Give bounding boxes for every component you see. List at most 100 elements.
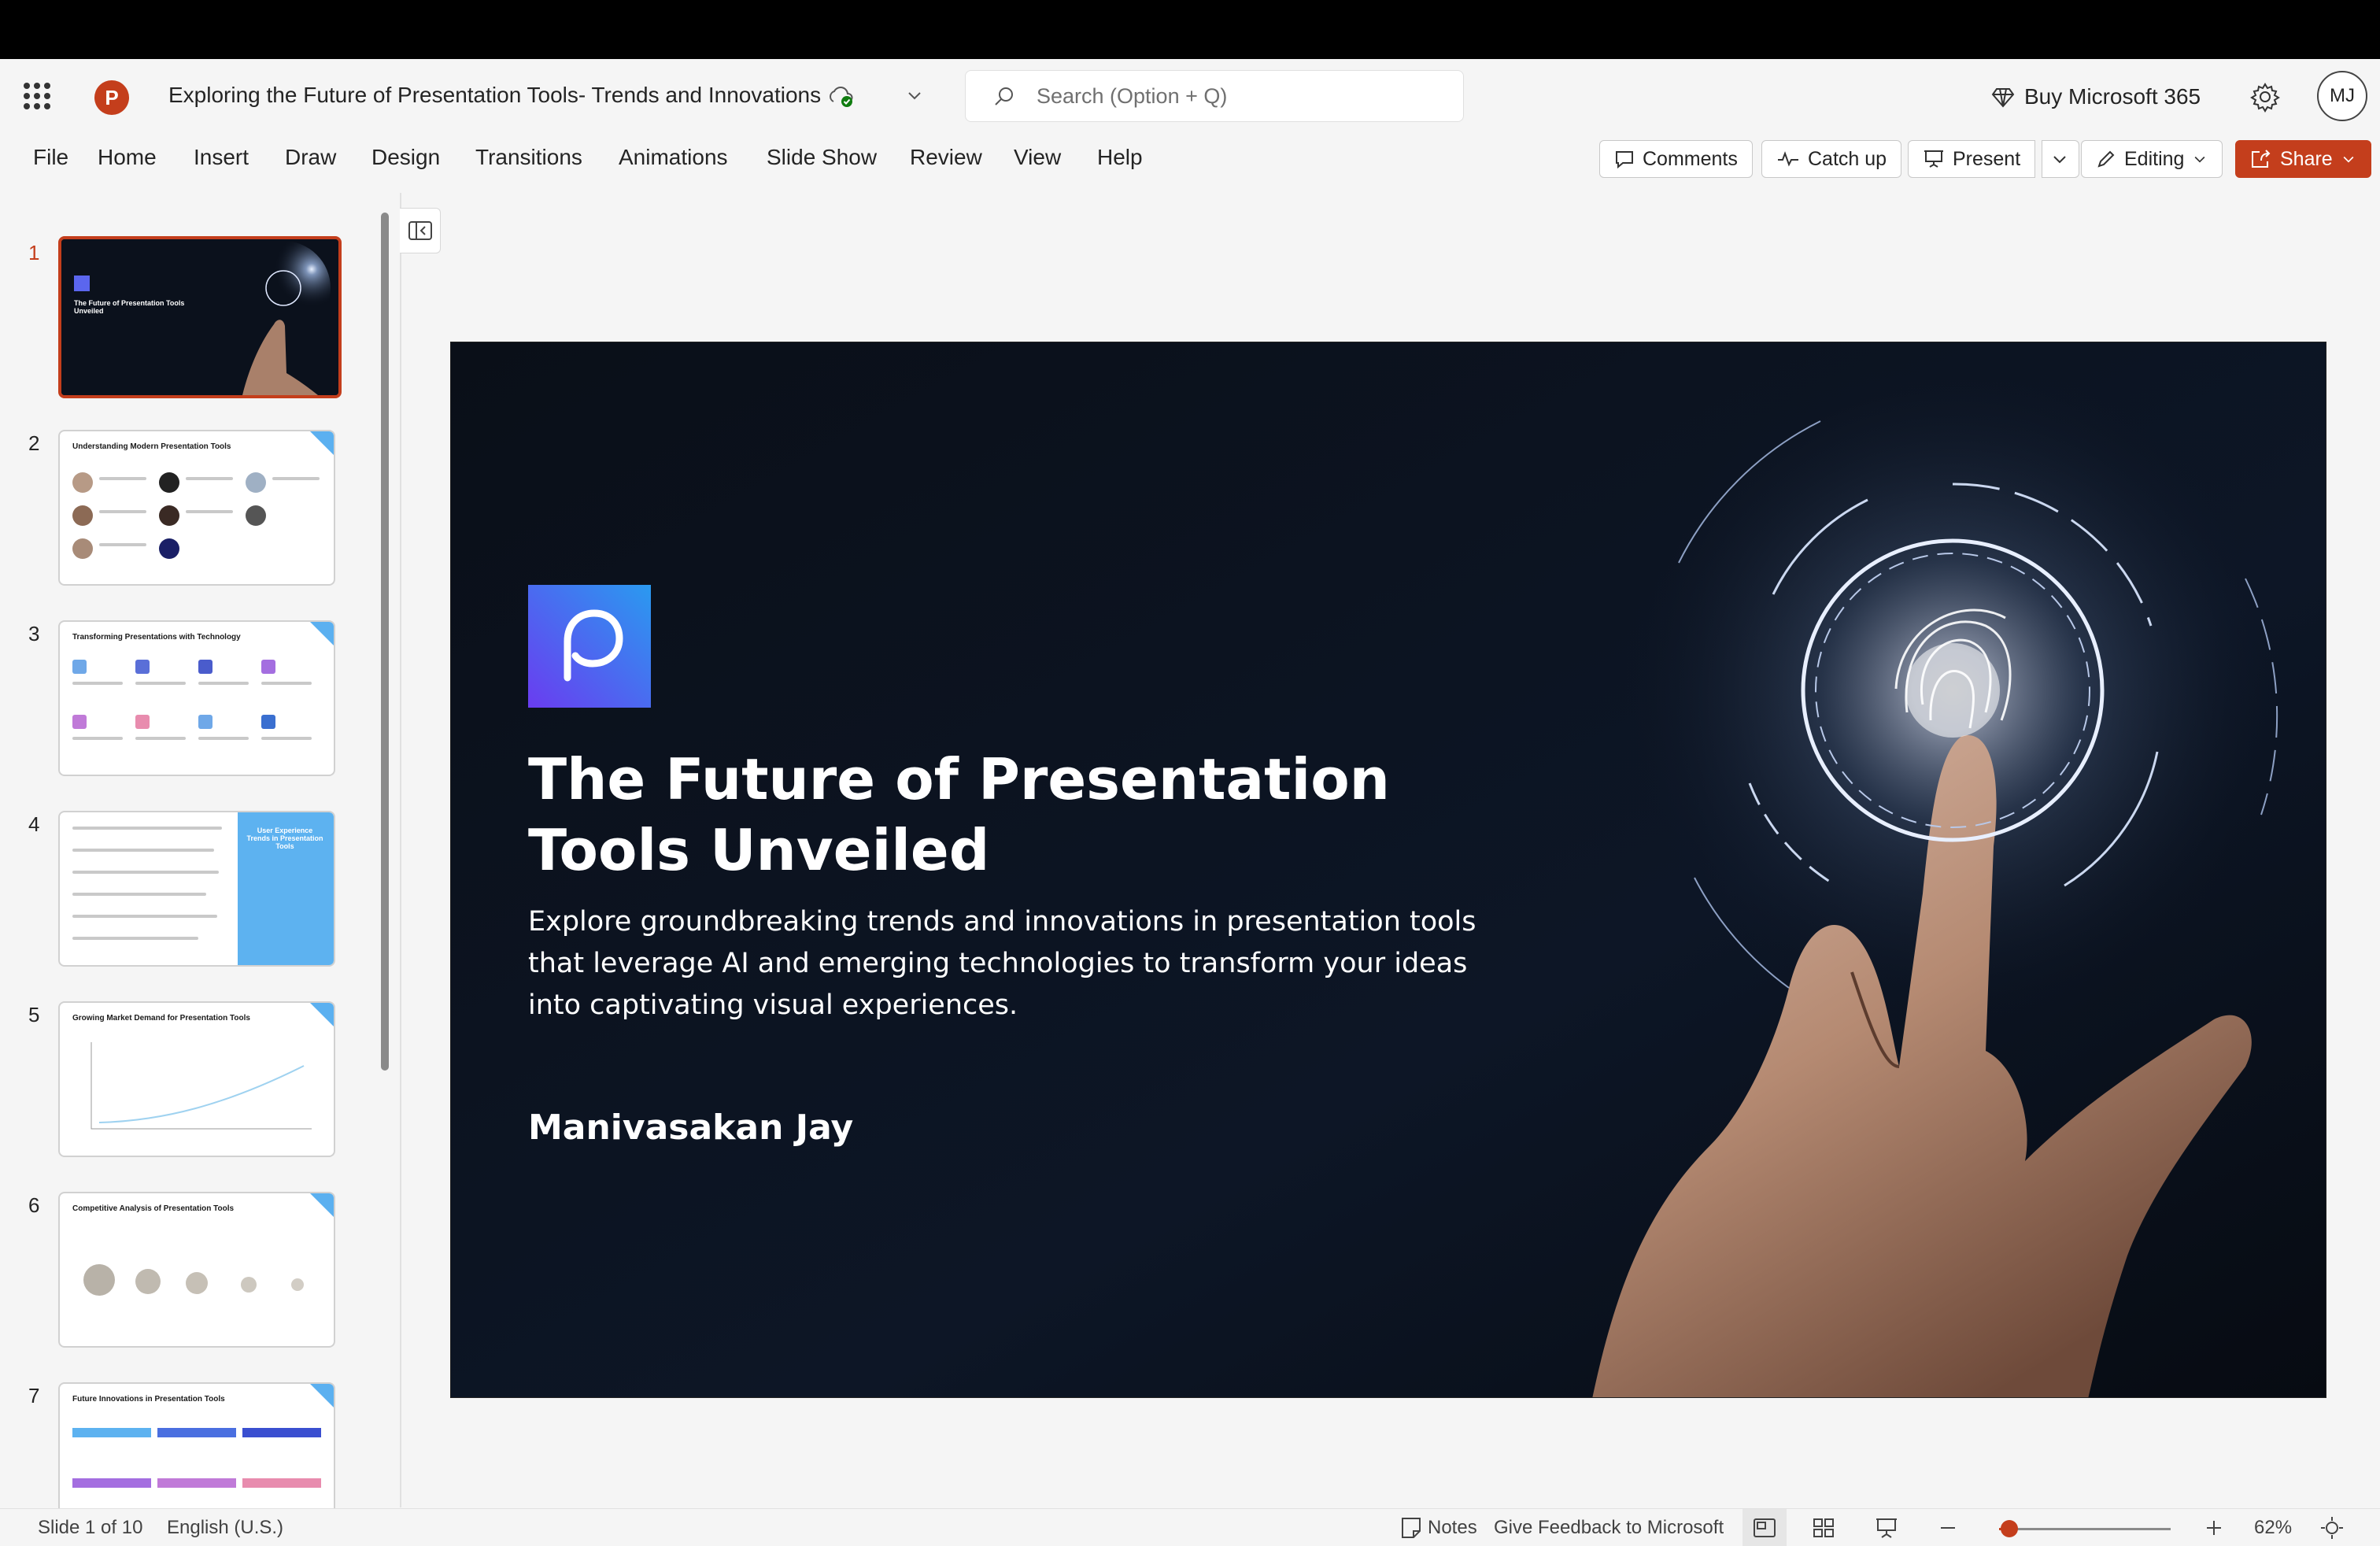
notes-icon[interactable] xyxy=(1398,1515,1425,1540)
thumbnail-text-line xyxy=(99,543,146,546)
thumbnail-number: 4 xyxy=(28,812,40,836)
comments-label: Comments xyxy=(1643,147,1738,170)
slide-thumbnail-pane: 1 The Future of Presentation Tools Unvei… xyxy=(0,189,400,1508)
tab-home[interactable]: Home xyxy=(98,145,157,170)
comment-icon xyxy=(1616,151,1633,169)
thumbnail-number: 7 xyxy=(28,1384,40,1407)
language-indicator[interactable]: English (U.S.) xyxy=(167,1517,283,1539)
title-bar: P Exploring the Future of Presentation T… xyxy=(0,59,2380,134)
tab-view[interactable]: View xyxy=(1014,145,1061,170)
thumbnail-scrollbar[interactable] xyxy=(381,213,389,1071)
slide-thumbnail-4[interactable]: User Experience Trends in Presentation T… xyxy=(58,811,335,967)
thumbnail-block xyxy=(242,1478,321,1488)
thumbnail-chart xyxy=(91,1042,312,1130)
search-input[interactable]: Search (Option + Q) xyxy=(965,70,1464,122)
fit-to-window-icon[interactable] xyxy=(2319,1515,2345,1540)
thumbnail-number: 2 xyxy=(28,431,40,455)
powerpoint-logo-icon[interactable]: P xyxy=(94,80,134,115)
thumbnail-title: Competitive Analysis of Presentation Too… xyxy=(72,1204,235,1213)
thumbnail-icon xyxy=(72,660,87,674)
thumbnail-text-line xyxy=(261,737,312,740)
cloud-saved-icon[interactable] xyxy=(826,84,856,108)
thumbnail-title: Growing Market Demand for Presentation T… xyxy=(72,1014,250,1023)
editing-label: Editing xyxy=(2124,147,2185,170)
present-options-button[interactable] xyxy=(2042,140,2079,178)
present-button[interactable]: Present xyxy=(1908,140,2036,178)
zoom-in-icon[interactable] xyxy=(2201,1515,2227,1540)
tab-draw[interactable]: Draw xyxy=(285,145,336,170)
thumbnail-icon xyxy=(135,715,150,729)
tab-transitions[interactable]: Transitions xyxy=(475,145,582,170)
thumbnail-text-line xyxy=(198,737,249,740)
thumbnail-image xyxy=(72,472,93,493)
pencil-icon xyxy=(2097,150,2115,168)
zoom-slider-track[interactable] xyxy=(1999,1528,2171,1530)
ribbon-tabs: File Home Insert Draw Design Transitions… xyxy=(0,134,2380,189)
thumbnail-title: Transforming Presentations with Technolo… xyxy=(72,633,241,642)
notes-button[interactable]: Notes xyxy=(1428,1517,1477,1539)
share-button[interactable]: Share xyxy=(2235,140,2371,178)
gear-icon[interactable] xyxy=(2249,81,2281,113)
pane-divider xyxy=(400,193,401,1507)
tab-file[interactable]: File xyxy=(33,145,68,170)
thumbnail-accent xyxy=(310,622,334,645)
slide-author[interactable]: Manivasakan Jay xyxy=(528,1108,853,1148)
thumbnail-title: Understanding Modern Presentation Tools xyxy=(72,442,231,451)
thumbnail-icon xyxy=(261,715,275,729)
thumbnail-accent xyxy=(310,1003,334,1026)
avatar[interactable]: MJ xyxy=(2317,71,2367,121)
thumbnail-icon xyxy=(261,660,275,674)
tab-help[interactable]: Help xyxy=(1097,145,1143,170)
tab-animations[interactable]: Animations xyxy=(619,145,728,170)
tab-slide-show[interactable]: Slide Show xyxy=(767,145,877,170)
tab-review[interactable]: Review xyxy=(910,145,982,170)
thumbnail-bubble xyxy=(135,1269,161,1294)
slide-thumbnail-5[interactable]: Growing Market Demand for Presentation T… xyxy=(58,1001,335,1157)
zoom-out-icon[interactable] xyxy=(1935,1515,1961,1540)
thumbnail-text-line xyxy=(99,477,146,480)
thumbnail-title: User Experience Trends in Presentation T… xyxy=(246,827,323,850)
thumbnail-text-line xyxy=(135,682,186,685)
thumbnail-title: The Future of Presentation Tools Unveile… xyxy=(74,299,185,315)
share-icon xyxy=(2252,150,2271,168)
reading-view-icon[interactable] xyxy=(1873,1515,1900,1540)
slide-title[interactable]: The Future of Presentation Tools Unveile… xyxy=(528,744,1551,886)
editing-mode-button[interactable]: Editing xyxy=(2081,140,2223,178)
chevron-down-icon[interactable] xyxy=(905,86,924,105)
catch-up-button[interactable]: Catch up xyxy=(1761,140,1902,178)
thumbnail-block xyxy=(72,1428,151,1437)
zoom-level[interactable]: 62% xyxy=(2254,1517,2292,1539)
thumbnail-number: 5 xyxy=(28,1003,40,1026)
thumbnail-image xyxy=(72,538,93,559)
slide-thumbnail-3[interactable]: Transforming Presentations with Technolo… xyxy=(58,620,335,776)
normal-view-button[interactable] xyxy=(1743,1509,1787,1546)
slide-thumbnail-6[interactable]: Competitive Analysis of Presentation Too… xyxy=(58,1192,335,1348)
tab-design[interactable]: Design xyxy=(371,145,440,170)
collapse-pane-button[interactable] xyxy=(400,208,441,253)
tab-insert[interactable]: Insert xyxy=(194,145,249,170)
slide-subtitle[interactable]: Explore groundbreaking trends and innova… xyxy=(528,901,1520,1026)
slide-thumbnail-1[interactable]: The Future of Presentation Tools Unveile… xyxy=(58,236,342,398)
slide-sorter-icon[interactable] xyxy=(1810,1515,1837,1540)
chevron-down-icon xyxy=(2053,156,2066,164)
app-launcher-icon[interactable] xyxy=(24,83,50,109)
document-title[interactable]: Exploring the Future of Presentation Too… xyxy=(168,83,821,108)
present-label: Present xyxy=(1953,147,2021,170)
thumbnail-image xyxy=(72,505,93,526)
thumbnail-text-line xyxy=(72,849,214,852)
thumbnail-text-line xyxy=(186,510,233,513)
slide-thumbnail-7[interactable]: Future Innovations in Presentation Tools xyxy=(58,1382,335,1508)
zoom-slider-thumb[interactable] xyxy=(2001,1520,2019,1537)
feedback-link[interactable]: Give Feedback to Microsoft xyxy=(1494,1517,1724,1539)
slide-canvas[interactable]: The Future of Presentation Tools Unveile… xyxy=(450,342,2326,1398)
thumbnail-block xyxy=(157,1478,236,1488)
search-icon xyxy=(995,87,1013,105)
thumbnail-icon xyxy=(72,715,87,729)
slide-thumbnail-2[interactable]: Understanding Modern Presentation Tools xyxy=(58,430,335,586)
buy-microsoft-365-button[interactable]: Buy Microsoft 365 xyxy=(1991,81,2201,113)
normal-view-icon xyxy=(1754,1518,1776,1537)
thumbnail-image xyxy=(246,505,266,526)
collapse-pane-icon xyxy=(408,221,432,240)
buy-microsoft-365-label: Buy Microsoft 365 xyxy=(2024,84,2201,109)
comments-button[interactable]: Comments xyxy=(1599,140,1753,178)
